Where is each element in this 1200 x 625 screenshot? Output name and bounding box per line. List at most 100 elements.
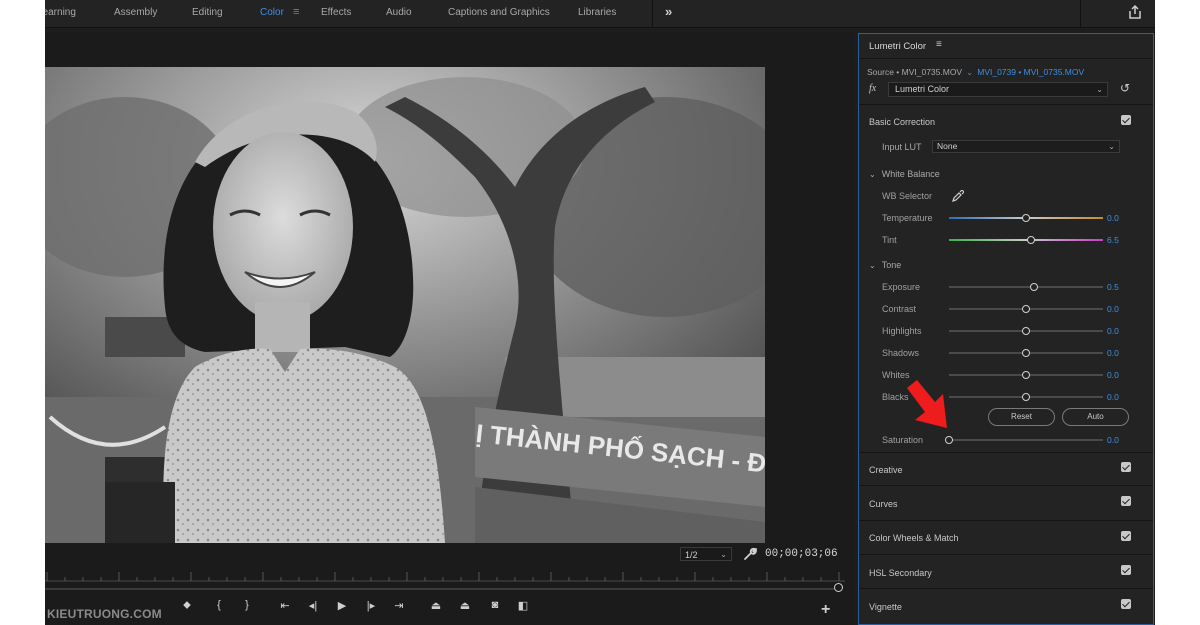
tab-assembly[interactable]: Assembly: [114, 7, 157, 18]
input-lut-select[interactable]: None ⌄: [932, 140, 1120, 153]
tab-audio[interactable]: Audio: [386, 7, 412, 18]
contrast-value[interactable]: 0.0: [1107, 304, 1119, 314]
curves-checkbox[interactable]: [1121, 496, 1131, 506]
white-balance-label: White Balance: [881, 169, 940, 179]
mark-in-icon[interactable]: {: [211, 599, 227, 611]
panel-title[interactable]: Lumetri Color: [869, 41, 926, 52]
chevron-down-icon: ⌄: [1096, 85, 1103, 94]
divider: [859, 104, 1153, 105]
source-clip-label[interactable]: Source • MVI_0735.MOV: [867, 67, 962, 77]
tab-color[interactable]: Color: [260, 7, 284, 18]
fx-badge[interactable]: fx: [869, 83, 876, 94]
divider: [859, 520, 1153, 521]
tab-editing[interactable]: Editing: [192, 7, 223, 18]
play-icon[interactable]: ▶: [334, 599, 350, 612]
playhead-timecode[interactable]: 00;00;03;06: [765, 548, 838, 560]
transport-controls: KIEUTRUONG.COM ⬥ { } ⇤ ◂| ▶ |▸ ⇥ ⏏ ⏏ ◙ ◧…: [45, 597, 853, 625]
lift-icon[interactable]: ⏏: [428, 599, 444, 612]
section-hsl-secondary[interactable]: HSL Secondary: [869, 568, 932, 578]
monitor-controls-row: 1/2 ⌄ 00;00;03;06: [45, 542, 853, 568]
zoom-select[interactable]: 1/2 ⌄: [680, 547, 732, 561]
tab-effects[interactable]: Effects: [321, 7, 351, 18]
chevron-down-icon[interactable]: ⌄: [966, 67, 973, 77]
go-to-in-icon[interactable]: ⇤: [277, 599, 293, 612]
basic-correction-checkbox[interactable]: [1121, 115, 1131, 125]
auto-button-label: Auto: [1087, 412, 1104, 421]
scrub-bar[interactable]: [45, 588, 840, 590]
tone-header[interactable]: ⌄ Tone: [869, 260, 901, 270]
divider: [1080, 0, 1081, 27]
chevron-down-icon: ⌄: [869, 170, 876, 179]
divider: [859, 588, 1153, 589]
tint-slider[interactable]: [949, 239, 1103, 241]
highlights-value[interactable]: 0.0: [1107, 326, 1119, 336]
more-workspaces-icon[interactable]: »: [665, 4, 672, 19]
whites-value[interactable]: 0.0: [1107, 370, 1119, 380]
chevron-down-icon: ⌄: [720, 550, 727, 559]
step-forward-icon[interactable]: |▸: [363, 599, 379, 612]
effect-select[interactable]: Lumetri Color ⌄: [888, 82, 1108, 97]
tab-libraries[interactable]: Libraries: [578, 7, 616, 18]
whites-slider-handle[interactable]: [1022, 371, 1030, 379]
saturation-slider[interactable]: [949, 439, 1103, 441]
workspace-menu-icon[interactable]: ≡: [293, 6, 299, 18]
section-vignette[interactable]: Vignette: [869, 602, 902, 612]
share-icon[interactable]: [1127, 4, 1143, 20]
reset-button-label: Reset: [1011, 412, 1032, 421]
tab-captions-and-graphics[interactable]: Captions and Graphics: [448, 7, 550, 18]
eyedropper-icon[interactable]: [952, 190, 964, 202]
contrast-slider-handle[interactable]: [1022, 305, 1030, 313]
section-color-wheels-match[interactable]: Color Wheels & Match: [869, 533, 959, 543]
blacks-value[interactable]: 0.0: [1107, 392, 1119, 402]
reset-effect-icon[interactable]: ↺: [1120, 81, 1130, 95]
playhead-handle[interactable]: [834, 583, 844, 592]
vignette-checkbox[interactable]: [1121, 599, 1131, 609]
step-back-icon[interactable]: ◂|: [305, 599, 321, 612]
time-ruler[interactable]: [45, 570, 845, 582]
shadows-label: Shadows: [882, 348, 920, 358]
temperature-value[interactable]: 0.0: [1107, 213, 1119, 223]
compare-view-icon[interactable]: ◧: [515, 599, 531, 612]
auto-button[interactable]: Auto: [1062, 408, 1129, 426]
go-to-out-icon[interactable]: ⇥: [391, 599, 407, 612]
input-lut-label: Input LUT: [882, 142, 922, 152]
wrench-icon[interactable]: [743, 547, 757, 561]
sequence-clip-label[interactable]: MVI_0739 • MVI_0735.MOV: [977, 67, 1084, 77]
export-frame-camera-icon[interactable]: ◙: [487, 599, 503, 611]
section-basic-correction[interactable]: Basic Correction: [869, 117, 935, 127]
highlights-slider-handle[interactable]: [1022, 327, 1030, 335]
mark-out-icon[interactable]: }: [239, 599, 255, 611]
shadows-slider-handle[interactable]: [1022, 349, 1030, 357]
program-monitor: Ị THÀNH PHỐ SẠCH - ĐẸ 1/2 ⌄ 00;00;03;06 …: [45, 32, 853, 625]
clip-selector[interactable]: Source • MVI_0735.MOV ⌄ MVI_0739 • MVI_073…: [867, 67, 1084, 78]
section-curves[interactable]: Curves: [869, 499, 898, 509]
premiere-window: Learning Assembly Editing Color ≡ Effect…: [45, 0, 1155, 625]
creative-checkbox[interactable]: [1121, 462, 1131, 472]
white-balance-header[interactable]: ⌄ White Balance: [869, 169, 940, 179]
shadows-value[interactable]: 0.0: [1107, 348, 1119, 358]
extract-icon[interactable]: ⏏: [457, 599, 473, 612]
saturation-slider-handle[interactable]: [945, 436, 953, 444]
panel-menu-icon[interactable]: ≡: [936, 39, 942, 50]
exposure-slider-handle[interactable]: [1029, 283, 1038, 291]
color-wheels-match-checkbox[interactable]: [1121, 531, 1131, 541]
zoom-value: 1/2: [685, 550, 698, 560]
divider: [859, 554, 1153, 555]
watermark: KIEUTRUONG.COM: [47, 607, 162, 621]
hsl-secondary-checkbox[interactable]: [1121, 565, 1131, 575]
section-creative[interactable]: Creative: [869, 465, 903, 475]
lumetri-color-panel: Lumetri Color ≡ Source • MVI_0735.MOV ⌄ MV…: [858, 33, 1154, 625]
annotation-arrow-icon: [907, 380, 947, 428]
reset-button[interactable]: Reset: [988, 408, 1055, 426]
exposure-slider[interactable]: [949, 286, 1103, 288]
saturation-value[interactable]: 0.0: [1107, 435, 1119, 445]
blacks-slider-handle[interactable]: [1022, 393, 1030, 401]
tab-learning[interactable]: Learning: [45, 7, 76, 18]
highlights-label: Highlights: [882, 326, 922, 336]
button-editor-plus-icon[interactable]: +: [821, 601, 830, 619]
temperature-slider-handle[interactable]: [1022, 214, 1030, 222]
exposure-value[interactable]: 0.5: [1107, 282, 1119, 292]
tint-value[interactable]: 6.5: [1107, 235, 1119, 245]
tint-slider-handle[interactable]: [1027, 236, 1035, 244]
add-marker-icon[interactable]: ⬥: [179, 599, 195, 612]
